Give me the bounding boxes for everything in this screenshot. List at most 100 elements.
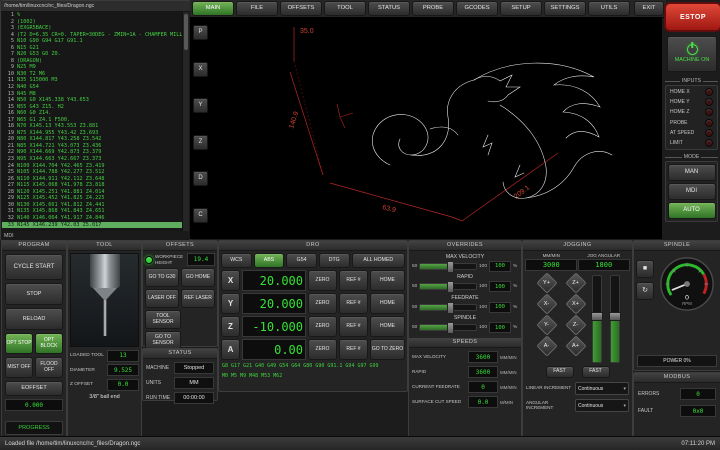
max-velocity-slider[interactable] [419,263,477,270]
x-ref-button[interactable]: REF # [339,270,368,291]
view-y-button[interactable]: Y [193,98,208,113]
y-home-button[interactable]: HOME [370,293,405,314]
jog-y-plus-button[interactable]: Y+ [536,274,558,292]
z-home-button[interactable]: HOME [370,316,405,337]
y-axis-button[interactable]: Y [221,293,240,314]
g54-button[interactable]: G54 [286,253,317,268]
tab-probe[interactable]: PROBE [412,1,454,16]
mode-box: MAN MDI AUTO [665,161,718,222]
jog-a-minus-button[interactable]: A- [536,337,558,355]
tab-utils[interactable]: UTILS [588,1,630,16]
angular-increment-select[interactable]: Continuous ▾ [575,399,629,412]
eoffset-button[interactable]: EOFFSET [5,381,63,396]
z-ref-button[interactable]: REF # [339,316,368,337]
view-x-button[interactable]: X [193,62,208,77]
inputs-box: HOME X HOME Y HOME Z PROBE AT SPEED LIMI… [665,85,718,150]
machine-on-button[interactable]: MACHINE ON [667,36,717,72]
all-homed-button[interactable]: ALL HOMED [352,253,406,268]
flood-button[interactable]: FLOOD OFF [35,357,63,378]
chevron-down-icon: ▾ [623,403,626,409]
x-axis-row: X 20.000 ZERO REF # HOME [221,270,405,291]
gcode-list[interactable]: 1%2(1002)3(EXGR5BACE)4(T2 D=6.35 CR=0. T… [2,12,182,231]
go-to-g30-button[interactable]: GO TO G30 [145,268,179,287]
gcode-line[interactable]: 33N145 X146.239 Y42.03 Z5.017 [2,222,182,229]
tab-file[interactable]: FILE [236,1,278,16]
view-clear-button[interactable]: C [193,208,208,223]
estop-button[interactable]: ESTOP [664,2,720,32]
dim-label-left: 140.9 [288,111,300,130]
tab-gcodes[interactable]: GCODES [456,1,498,16]
spindle-fwd-button[interactable]: ↻ [636,282,654,300]
go-home-button[interactable]: GO HOME [181,268,215,287]
diameter-value: 9.525 [107,364,139,376]
opt-block-button[interactable]: OPT BLOCK [35,333,63,354]
linear-increment-select[interactable]: Continuous ▾ [575,382,629,395]
laser-off-button[interactable]: LASER OFF [145,289,179,308]
status-panel: STATUS MACHINE Stopped UNITS MM RUN TIME… [142,348,218,401]
mist-button[interactable]: MIST OFF [5,357,33,378]
wcs-button[interactable]: WCS [221,253,252,268]
jog-z-plus-button[interactable]: Z+ [565,274,587,292]
a-ref-button[interactable]: REF # [339,339,368,360]
x-axis-button[interactable]: X [221,270,240,291]
spindle-override-slider[interactable] [419,324,477,331]
angular-increment-row: ANGULAR INCREMENT Continuous ▾ [526,399,629,412]
view-dimensions-button[interactable]: D [193,171,208,186]
ref-laser-button[interactable]: REF LASER [181,289,215,308]
jog-a-plus-button[interactable]: A+ [565,337,587,355]
z-zero-button[interactable]: ZERO [308,316,337,337]
mode-man-button[interactable]: MAN [668,164,716,181]
z-axis-button[interactable]: Z [221,316,240,337]
gcode-scrollbar[interactable] [182,12,189,231]
tab-offsets[interactable]: OFFSETS [280,1,322,16]
mode-mdi-button[interactable]: MDI [668,183,716,200]
tab-setup[interactable]: SETUP [500,1,542,16]
rapid-override-slider[interactable] [419,283,477,290]
input-row-home-y: HOME Y [666,97,717,107]
jog-y-minus-button[interactable]: Y- [536,316,558,334]
mode-auto-button[interactable]: AUTO [668,202,716,219]
cycle-start-button[interactable]: CYCLE START [5,254,63,280]
a-zero-button[interactable]: ZERO [308,339,337,360]
jog-x-plus-button[interactable]: X+ [565,295,587,313]
tool-panel: TOOL LOADED TOOL 13 DIAMETER 9.525 Z OFF… [67,240,142,438]
tool-panel-title: TOOL [68,241,141,251]
dtg-button[interactable]: DTG [319,253,350,268]
exit-button[interactable]: EXIT [634,1,664,16]
spindle-stop-button[interactable]: ■ [636,260,654,278]
x-home-button[interactable]: HOME [370,270,405,291]
jog-x-minus-button[interactable]: X- [536,295,558,313]
opt-stop-button[interactable]: OPT STOP [5,333,33,354]
linear-fast-button[interactable]: FAST [546,366,574,378]
linear-jog-slider[interactable] [592,275,602,363]
tab-main[interactable]: MAIN [192,1,234,16]
gcode-preview-area[interactable]: P X Y Z D C 35.0 140. [190,17,662,239]
scrollbar-thumb[interactable] [184,14,189,50]
mdi-tab[interactable]: MDI [4,232,14,240]
abs-button[interactable]: ABS [254,253,285,268]
feedrate-override-slider[interactable] [419,304,477,311]
view-z-button[interactable]: Z [193,135,208,150]
input-row-probe: PROBE [666,118,717,128]
x-zero-button[interactable]: ZERO [308,270,337,291]
y-zero-button[interactable]: ZERO [308,293,337,314]
a-axis-dro: 0.00 [242,339,306,360]
angular-jog-slider[interactable] [610,275,620,363]
reload-button[interactable]: RELOAD [5,308,63,330]
tab-settings[interactable]: SETTINGS [544,1,586,16]
tab-status[interactable]: STATUS [368,1,410,16]
y-ref-button[interactable]: REF # [339,293,368,314]
tab-tool[interactable]: TOOL [324,1,366,16]
angular-jog-rate: JOG ANGULAR 1800 [578,253,630,271]
a-go-to-zero-button[interactable]: GO TO ZERO [370,339,405,360]
a-axis-button[interactable]: A [221,339,240,360]
tool-sensor-button[interactable]: TOOL SENSOR [145,310,181,329]
spindle-override: SPINDLE 50 100 100 % [412,315,518,333]
stop-button[interactable]: STOP [5,283,63,305]
max-velocity-speed-row: MAX VELOCITY 3600 MM/MIN [412,351,518,363]
view-perspective-button[interactable]: P [193,25,208,40]
angular-fast-button[interactable]: FAST [582,366,610,378]
z-axis-dro: -10.000 [242,316,306,337]
angular-jog-rate-value: 1800 [578,259,630,271]
jog-z-minus-button[interactable]: Z- [565,316,587,334]
